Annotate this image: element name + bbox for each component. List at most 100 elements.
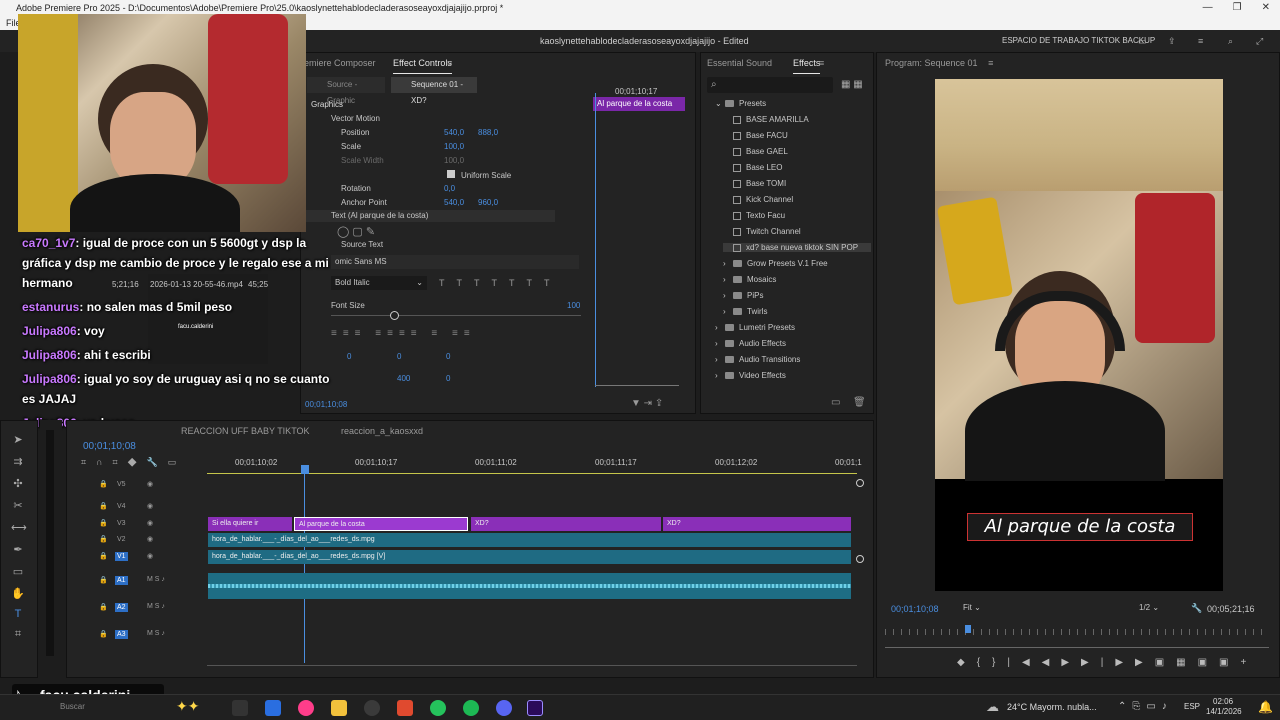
- position-x[interactable]: 540,0: [444, 128, 464, 137]
- lock-icon[interactable]: 🔒: [99, 576, 108, 584]
- position-y[interactable]: 888,0: [478, 128, 498, 137]
- eye-icon[interactable]: ◉: [147, 502, 153, 510]
- weather-text[interactable]: 24°C Mayorm. nubla...: [1007, 702, 1097, 712]
- track-name[interactable]: A1: [115, 576, 128, 585]
- track-name[interactable]: A3: [115, 630, 128, 639]
- type-tool-icon[interactable]: T: [11, 607, 25, 621]
- tab-effect-controls[interactable]: Effect Controls: [393, 53, 452, 74]
- expand-arrow-icon[interactable]: ›: [723, 259, 733, 268]
- mute-solo-icon[interactable]: M S ♪: [147, 576, 165, 583]
- track-header[interactable]: 🔒 V4 ◉: [95, 502, 221, 518]
- effects-tree-item[interactable]: › Twirls: [723, 307, 767, 316]
- new-folder-icon[interactable]: ▭: [831, 397, 840, 408]
- app-icon[interactable]: [298, 700, 314, 716]
- tray-icons[interactable]: ⌃⎘▭♪: [1118, 701, 1173, 712]
- track-header[interactable]: 🔒 V5 ◉: [95, 480, 221, 496]
- track-header[interactable]: 🔒 V1 ◉: [95, 552, 221, 568]
- spotify-icon[interactable]: [463, 700, 479, 716]
- rectangle-icon[interactable]: ▭: [11, 565, 25, 579]
- program-ruler[interactable]: [885, 629, 1269, 635]
- fit-select[interactable]: Fit ⌄: [961, 601, 1005, 615]
- minimize-icon[interactable]: —: [1203, 0, 1213, 16]
- track-name[interactable]: A2: [115, 603, 128, 612]
- caption-tool-icon[interactable]: ⌗: [11, 627, 25, 641]
- wrench-icon[interactable]: 🔧: [1191, 603, 1202, 614]
- effects-tree-item[interactable]: › Grow Presets V.1 Free: [723, 259, 828, 268]
- tsume-value[interactable]: 400: [397, 374, 410, 383]
- program-zoom-bar[interactable]: [885, 647, 1269, 648]
- eye-icon[interactable]: ◉: [147, 480, 153, 488]
- program-timecode[interactable]: 00;01;10;08: [891, 604, 939, 614]
- effects-tree-item[interactable]: › PiPs: [723, 291, 763, 300]
- uniform-scale-checkbox[interactable]: Uniform Scale: [447, 170, 511, 180]
- effects-tree-item[interactable]: xd? base nueva tiktok SIN POP: [723, 243, 871, 252]
- expand-arrow-icon[interactable]: ⌄: [715, 99, 725, 108]
- track-header[interactable]: 🔒 A1 M S ♪: [95, 576, 221, 592]
- filter-icon[interactable]: ▼ ⇥ ⇪: [631, 398, 663, 409]
- eye-icon[interactable]: ◉: [147, 519, 153, 527]
- notification-icon[interactable]: 🔔: [1258, 700, 1273, 714]
- hand-icon[interactable]: ✋: [11, 587, 25, 601]
- text-style-buttons[interactable]: TTTTTTT: [439, 278, 561, 288]
- effects-tree-item[interactable]: Texto Facu: [723, 211, 785, 220]
- explorer-icon[interactable]: [331, 700, 347, 716]
- lock-icon[interactable]: 🔒: [99, 535, 108, 543]
- discord-icon[interactable]: [496, 700, 512, 716]
- effects-search-input[interactable]: ⌕: [707, 77, 833, 93]
- clip-si-ella-quiere-ir[interactable]: Si ella quiere ir: [208, 517, 292, 531]
- new-bin-icons[interactable]: ▦ ▦: [841, 79, 863, 90]
- leading-value[interactable]: 0: [446, 352, 450, 361]
- lock-icon[interactable]: 🔒: [99, 502, 108, 510]
- settings-icon[interactable]: ≡: [1198, 30, 1203, 52]
- share-icon[interactable]: ⇪: [1168, 30, 1176, 52]
- font-size-slider[interactable]: [331, 315, 581, 316]
- effects-tree-item[interactable]: › Audio Transitions: [715, 355, 800, 364]
- effects-tree-item[interactable]: Kick Channel: [723, 195, 793, 204]
- eye-icon[interactable]: ◉: [147, 552, 153, 560]
- lock-icon[interactable]: 🔒: [99, 603, 108, 611]
- eye-icon[interactable]: ◉: [147, 535, 153, 543]
- font-family-select[interactable]: omic Sans MS: [331, 255, 579, 269]
- baseline-value[interactable]: 0: [446, 374, 450, 383]
- program-playhead[interactable]: [965, 625, 971, 633]
- effects-tree-item[interactable]: › Video Effects: [715, 371, 786, 380]
- program-menu-icon[interactable]: ≡: [988, 58, 993, 68]
- expand-arrow-icon[interactable]: ›: [723, 275, 733, 284]
- program-tab[interactable]: Program: Sequence 01: [885, 58, 978, 68]
- effects-tree-item[interactable]: › Audio Effects: [715, 339, 786, 348]
- effects-tree-item[interactable]: ⌄ Presets: [715, 99, 766, 108]
- tab-effects[interactable]: Effects: [793, 53, 821, 74]
- track-name[interactable]: V1: [115, 552, 128, 561]
- slip-icon[interactable]: ⟷: [11, 521, 27, 535]
- panel-icon[interactable]: ▭: [1138, 30, 1147, 52]
- expand-arrow-icon[interactable]: ›: [715, 339, 725, 348]
- caption-box[interactable]: Al parque de la costa: [967, 513, 1193, 541]
- track-header[interactable]: 🔒 V3 ◉: [95, 519, 221, 535]
- effects-tree-item[interactable]: BASE AMARILLA: [723, 115, 809, 124]
- lock-icon[interactable]: 🔒: [99, 630, 108, 638]
- expand-arrow-icon[interactable]: ›: [723, 307, 733, 316]
- timeline-zoom-bar[interactable]: [207, 665, 857, 666]
- clip-xd-2[interactable]: XD?: [663, 517, 851, 531]
- clock-date[interactable]: 14/1/2026: [1206, 707, 1242, 716]
- rotation-value[interactable]: 0,0: [444, 184, 455, 193]
- program-video-frame[interactable]: Al parque de la costa: [935, 79, 1223, 591]
- maximize-icon[interactable]: ❐: [1233, 0, 1242, 16]
- effects-tree-item[interactable]: › Lumetri Presets: [715, 323, 795, 332]
- chrome-icon[interactable]: [364, 700, 380, 716]
- expand-arrow-icon[interactable]: ›: [723, 291, 733, 300]
- ec-zoom-bar[interactable]: [595, 385, 679, 386]
- anchor-y[interactable]: 960,0: [478, 198, 498, 207]
- lang-indicator[interactable]: ESP: [1184, 702, 1200, 711]
- expand-arrow-icon[interactable]: ›: [715, 355, 725, 364]
- taskbar-search[interactable]: Buscar: [60, 702, 85, 711]
- mute-solo-icon[interactable]: M S ♪: [147, 603, 165, 610]
- scale-value[interactable]: 100,0: [444, 142, 464, 151]
- razor-icon[interactable]: ✂: [11, 499, 25, 513]
- ec-clip-bar[interactable]: Al parque de la costa: [593, 97, 685, 111]
- mute-solo-icon[interactable]: M S ♪: [147, 630, 165, 637]
- clip-al-parque[interactable]: Al parque de la costa: [294, 517, 468, 531]
- font-size-value[interactable]: 100: [567, 301, 580, 310]
- close-icon[interactable]: ✕: [1262, 0, 1270, 16]
- sequence-button[interactable]: Sequence 01 - XD?: [391, 77, 477, 105]
